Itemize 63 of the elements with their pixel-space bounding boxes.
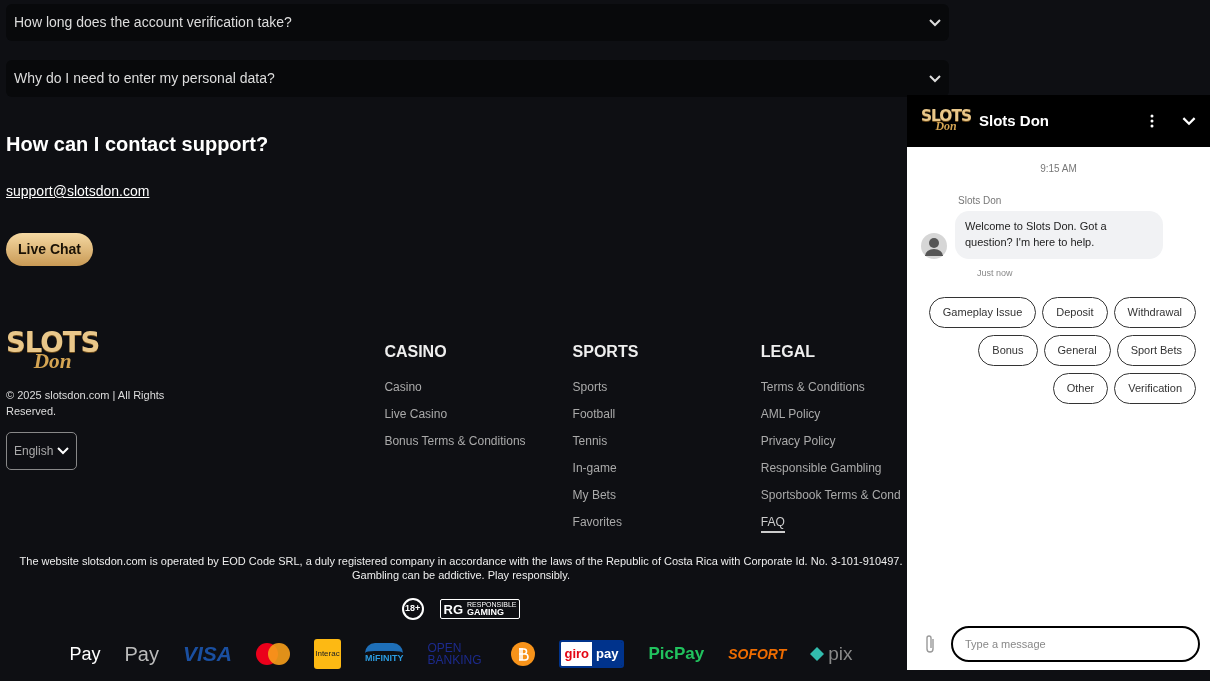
copyright-text: © 2025 slotsdon.com | All Rights Reserved. [6, 387, 166, 420]
footer-link[interactable]: Sportsbook Terms & Cond [760, 488, 901, 502]
message-input[interactable]: Type a message [951, 626, 1200, 662]
google-pay-logo: Pay [124, 642, 159, 667]
logo: SLOTS Don [6, 330, 100, 371]
quick-reply-button[interactable]: Deposit [1042, 296, 1108, 328]
picpay-logo: PicPay [648, 643, 705, 666]
message-status: Just now [977, 267, 1013, 278]
message-time: 9:15 AM [1040, 163, 1077, 174]
sender-name: Slots Don [958, 195, 1002, 206]
chevron-icon [929, 74, 941, 83]
faq-question[interactable]: Why do I need to enter my personal data? [6, 60, 949, 97]
footer-link[interactable]: Casino [384, 380, 422, 394]
quick-reply-button[interactable]: Sport Bets [1116, 334, 1196, 366]
live-chat-button[interactable]: Live Chat [6, 233, 93, 266]
footer-link[interactable]: AML Policy [760, 407, 821, 421]
disclaimer-text: The website slotsdon.com is operated by EOD Code SRL, a duly registered company in accordance with the laws of the Republic of Costa Rica with Corporate Id. No. 3-101-910497. [18, 554, 904, 568]
caret-icon [57, 446, 70, 455]
quick-reply-button[interactable]: General [1043, 334, 1111, 366]
disclaimer-text: Gambling can be addictive. Play responsibly. [350, 568, 572, 582]
attachment-icon[interactable] [925, 634, 935, 654]
sofort-logo: SOFORT [728, 644, 787, 664]
message-bubble: Welcome to Slots Don. Got a question? I'm here to help. [955, 211, 1163, 259]
footer-link[interactable]: Live Casino [384, 407, 448, 421]
pix-logo: pix [810, 639, 853, 669]
faq-question[interactable]: How long does the account verification take? [6, 4, 949, 41]
quick-reply-button[interactable]: Verification [1114, 372, 1196, 404]
apple-pay-logo: Pay [69, 642, 101, 666]
footer-link[interactable]: Favorites [572, 515, 622, 529]
quick-reply-button[interactable]: Bonus [978, 334, 1038, 366]
bitcoin-icon [511, 642, 536, 666]
age-restriction-badge: 18+ [401, 598, 424, 620]
footer-link[interactable]: Football [572, 407, 616, 421]
footer-link[interactable]: Bonus Terms & Conditions [384, 434, 526, 448]
footer-link[interactable]: Terms & Conditions [760, 380, 865, 394]
footer-link[interactable]: In-game [572, 461, 617, 475]
column-heading: LEGAL [760, 342, 816, 362]
avatar-icon [921, 232, 947, 259]
quick-reply-button[interactable]: Gameplay Issue [928, 296, 1037, 328]
footer-link[interactable]: FAQ [760, 515, 785, 533]
chevron-icon [929, 18, 941, 27]
language-select[interactable]: English [6, 431, 78, 470]
quick-reply-button[interactable]: Other [1052, 372, 1109, 404]
quick-reply-button[interactable]: Withdrawal [1113, 296, 1196, 328]
footer-link[interactable]: Tennis [572, 434, 608, 448]
minimize-icon[interactable] [1182, 116, 1196, 126]
open-banking-logo: OPEN BANKING [427, 642, 483, 666]
footer-link[interactable]: Responsible Gambling [760, 461, 882, 475]
footer-link[interactable]: Privacy Policy [760, 434, 836, 448]
section-heading: How can I contact support? [6, 132, 270, 157]
column-heading: SPORTS [572, 342, 640, 362]
footer-link[interactable]: Sports [572, 380, 608, 394]
visa-logo: VISA [182, 641, 232, 668]
mifinity-logo: MiFINITY [364, 642, 404, 666]
giropay-logo: giro pay [559, 640, 625, 668]
email-link[interactable]: support@slotsdon.com [6, 183, 150, 199]
mastercard-icon [255, 643, 290, 665]
logo: SLOTS Don [921, 110, 971, 132]
interac-logo: Interac [313, 639, 341, 669]
chat-title: Slots Don [979, 110, 1049, 131]
column-heading: CASINO [384, 342, 448, 362]
more-options-icon[interactable] [1150, 114, 1154, 128]
footer-link[interactable]: My Bets [572, 488, 616, 502]
